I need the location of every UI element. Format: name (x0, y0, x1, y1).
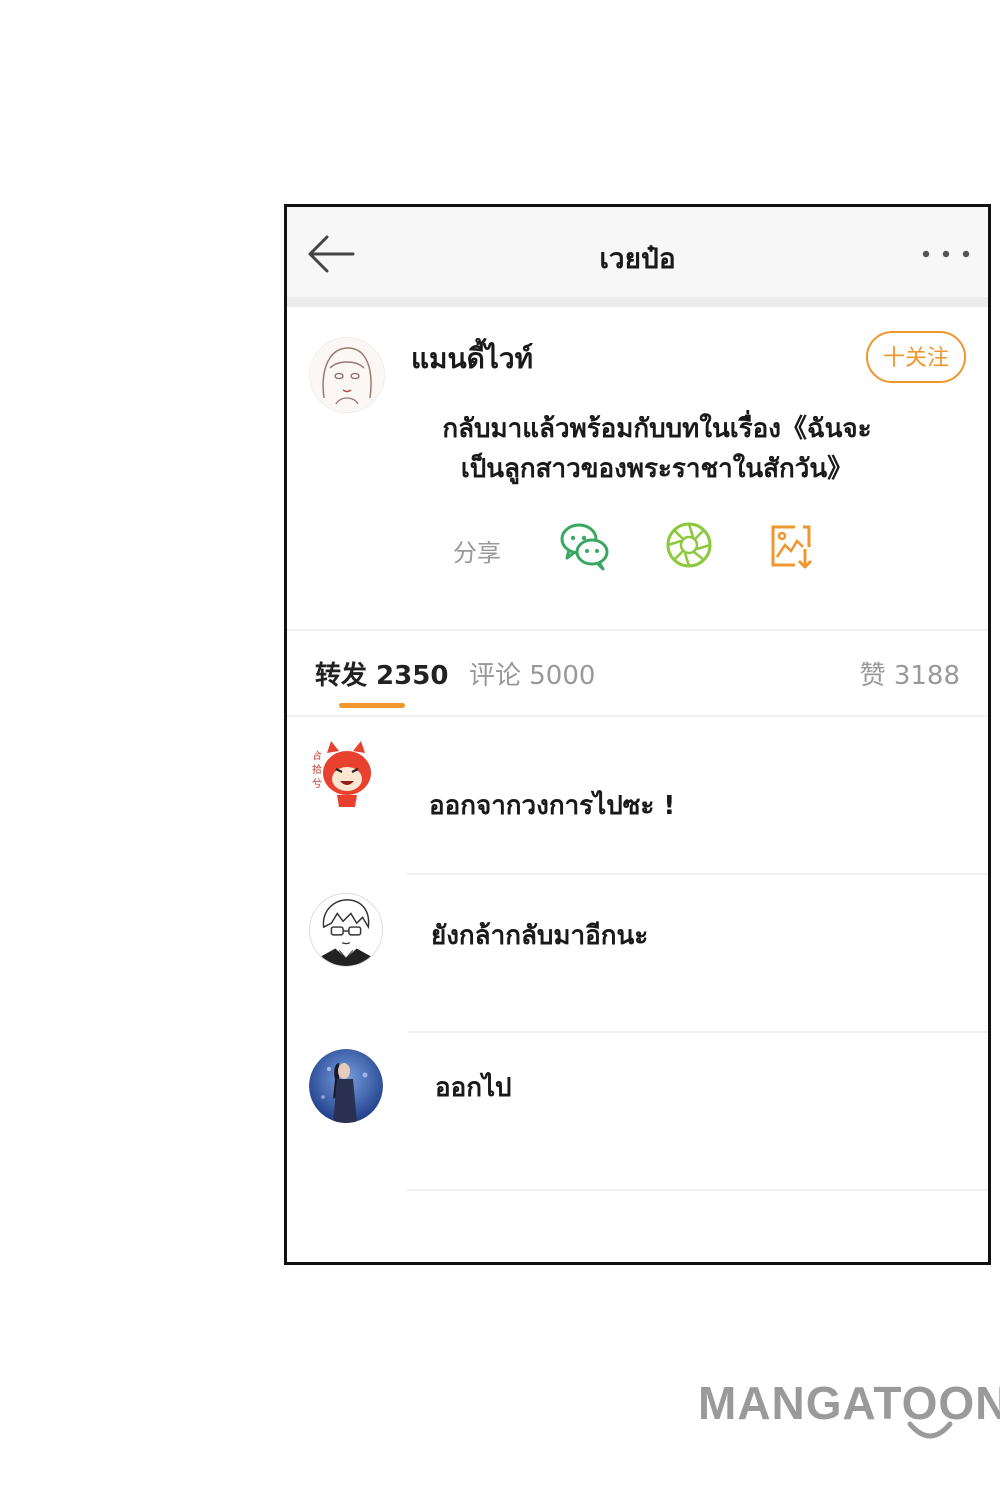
manga-boy-avatar-icon (310, 894, 382, 966)
author-avatar[interactable] (309, 337, 385, 413)
comment-text: ออกจากวงการไปซะ ! (429, 791, 676, 821)
list-item: ยังกล้ากลับมาอีกนะ (287, 875, 988, 1031)
post-text-line-1: กลับมาแล้วพร้อมกับบทในเรื่อง《ฉันจะ (442, 414, 872, 444)
commenter-avatar[interactable]: 合 拾 兮 (309, 737, 383, 811)
post-card: แมนดี้ไวท์ 十关注 กลับมาแล้วพร้อมกับบทในเรื… (287, 307, 988, 629)
share-label: 分享 (453, 539, 501, 567)
active-tab-indicator (339, 703, 405, 708)
watermark-text: MANGATOON (698, 1377, 1000, 1429)
phone-screen: เวยป๋อ แมนดี้ไวท์ 十关注 กลับมาแล้วพร้อมกับ… (284, 204, 991, 1265)
more-options-icon[interactable] (920, 239, 972, 269)
commenter-avatar[interactable] (309, 893, 383, 967)
tab-likes[interactable]: 赞 3188 (860, 655, 960, 692)
commenter-avatar[interactable] (309, 1049, 383, 1123)
watermark-smile-icon (907, 1421, 953, 1439)
list-item: ออกไป (287, 1033, 988, 1189)
author-name[interactable]: แมนดี้ไวท์ (411, 337, 533, 381)
svg-text:兮: 兮 (312, 777, 322, 790)
woman-blue-avatar-icon (309, 1049, 383, 1123)
list-item: 合 拾 兮 ออกจากวงการไปซะ ! (287, 717, 988, 873)
interaction-tabs: 转发 2350 评论 5000 赞 3188 (287, 631, 988, 717)
divider (407, 1189, 988, 1191)
share-row: 分享 (453, 519, 853, 579)
moments-icon[interactable] (663, 519, 715, 571)
page-title: เวยป๋อ (599, 242, 676, 275)
red-fox-avatar-icon: 合 拾 兮 (309, 737, 383, 811)
save-image-icon[interactable] (765, 519, 817, 571)
post-text-line-2: เป็นลูกสาวของพระราชาในสักวัน》 (460, 454, 854, 484)
section-separator (287, 297, 988, 307)
svg-text:拾: 拾 (312, 763, 322, 776)
top-navigation-bar: เวยป๋อ (287, 207, 988, 297)
tab-reposts[interactable]: 转发 2350 (315, 655, 448, 692)
tab-comments[interactable]: 评论 5000 (469, 655, 595, 692)
comment-text: ยังกล้ากลับมาอีกนะ (431, 921, 649, 951)
post-text: กลับมาแล้วพร้อมกับบทในเรื่อง《ฉันจะ เป็นล… (397, 409, 917, 489)
sketch-girl-avatar-icon (310, 338, 384, 412)
svg-text:合: 合 (312, 749, 322, 762)
comment-text: ออกไป (435, 1073, 512, 1103)
follow-button[interactable]: 十关注 (866, 331, 966, 383)
wechat-icon[interactable] (559, 519, 611, 571)
